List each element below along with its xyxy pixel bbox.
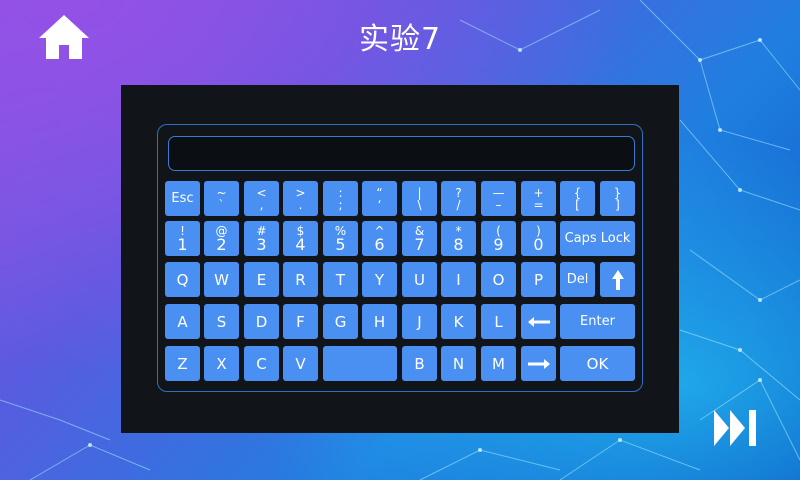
arrow-up-icon — [611, 269, 624, 290]
key-a[interactable]: A — [165, 304, 200, 339]
caps-lock-key[interactable]: Caps Lock — [560, 221, 635, 256]
arrow-left-icon — [527, 316, 550, 327]
key-q[interactable]: Q — [165, 262, 200, 297]
ok-key[interactable]: OK — [560, 346, 635, 381]
key-s[interactable]: S — [204, 304, 239, 339]
key-6[interactable]: ^ 6 — [362, 221, 397, 256]
key-left-bracket[interactable]: {[ — [560, 181, 595, 216]
key-period[interactable]: >. — [283, 181, 318, 216]
key-dash[interactable]: — – — [481, 181, 516, 216]
key-2[interactable]: @2 — [204, 221, 239, 256]
keyboard-panel: Esc ~ ` <, >. :; “‘ | \ ? / — – + = {[ }] ! 1 … — [121, 85, 679, 433]
key-n[interactable]: N — [441, 346, 476, 381]
key-y[interactable]: Y — [362, 262, 397, 297]
key-4[interactable]: $4 — [283, 221, 318, 256]
key-1[interactable]: ! 1 — [165, 221, 200, 256]
key-tilde[interactable]: ~ ` — [204, 181, 239, 216]
key-8[interactable]: * 8 — [441, 221, 476, 256]
key-3[interactable]: #3 — [244, 221, 279, 256]
key-backslash[interactable]: | \ — [402, 181, 437, 216]
backspace-key[interactable] — [521, 304, 556, 339]
key-d[interactable]: D — [244, 304, 279, 339]
key-o[interactable]: O — [481, 262, 516, 297]
key-g[interactable]: G — [323, 304, 358, 339]
key-k[interactable]: K — [441, 304, 476, 339]
key-quote[interactable]: “‘ — [362, 181, 397, 216]
key-c[interactable]: C — [244, 346, 279, 381]
enter-key[interactable]: Enter — [560, 304, 635, 339]
key-t[interactable]: T — [323, 262, 358, 297]
arrow-right-icon — [527, 358, 550, 369]
space-key[interactable] — [323, 346, 397, 381]
key-v[interactable]: V — [283, 346, 318, 381]
shift-key[interactable] — [600, 262, 635, 297]
key-comma[interactable]: <, — [244, 181, 279, 216]
key-e[interactable]: E — [244, 262, 279, 297]
page-title: 实验7 — [358, 22, 442, 57]
key-p[interactable]: P — [521, 262, 556, 297]
key-esc[interactable]: Esc — [165, 181, 200, 216]
key-w[interactable]: W — [204, 262, 239, 297]
key-7[interactable]: & 7 — [402, 221, 437, 256]
key-u[interactable]: U — [402, 262, 437, 297]
key-m[interactable]: M — [481, 346, 516, 381]
key-b[interactable]: B — [402, 346, 437, 381]
fast-forward-icon[interactable] — [712, 408, 762, 448]
key-semicolon[interactable]: :; — [323, 181, 358, 216]
key-0[interactable]: ) 0 — [521, 221, 556, 256]
delete-key[interactable]: Del — [560, 262, 595, 297]
key-9[interactable]: (9 — [481, 221, 516, 256]
key-h[interactable]: H — [362, 304, 397, 339]
key-l[interactable]: L — [481, 304, 516, 339]
key-5[interactable]: % 5 — [323, 221, 358, 256]
key-equals[interactable]: + = — [521, 181, 556, 216]
key-j[interactable]: J — [402, 304, 437, 339]
key-x[interactable]: X — [204, 346, 239, 381]
key-r[interactable]: R — [283, 262, 318, 297]
key-z[interactable]: Z — [165, 346, 200, 381]
forward-key[interactable] — [521, 346, 556, 381]
key-i[interactable]: I — [441, 262, 476, 297]
key-right-bracket[interactable]: }] — [600, 181, 635, 216]
key-slash[interactable]: ? / — [441, 181, 476, 216]
key-f[interactable]: F — [283, 304, 318, 339]
keyboard-input-display[interactable] — [168, 136, 635, 171]
